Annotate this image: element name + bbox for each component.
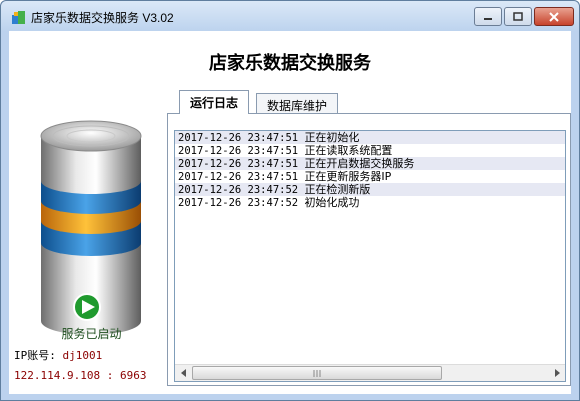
maximize-icon (513, 12, 523, 21)
list-item[interactable]: 2017-12-26 23:47:51 正在更新服务器IP (175, 170, 565, 183)
database-icon (40, 120, 142, 335)
close-button[interactable] (534, 7, 574, 26)
log-time: 2017-12-26 23:47:52 (178, 197, 299, 209)
list-item[interactable]: 2017-12-26 23:47:51 正在初始化 (175, 131, 565, 144)
database-graphic: 服务已启动 (19, 101, 164, 351)
tab-panel: 2017-12-26 23:47:51 正在初始化 2017-12-26 23:… (167, 113, 571, 386)
horizontal-scrollbar[interactable] (175, 364, 565, 381)
log-time: 2017-12-26 23:47:51 (178, 158, 299, 170)
grip-icon (313, 369, 320, 377)
service-status: 服务已启动 (61, 327, 122, 341)
server-address: 122.114.9.108 : 6963 (14, 369, 147, 382)
log-message: 正在读取系统配置 (304, 144, 393, 157)
app-window: 店家乐数据交换服务 V3.02 店家乐数据交换服务 服务已启动 IP账号: dj… (0, 0, 580, 401)
ip-account-label: IP账号: (14, 349, 56, 362)
log-list: 2017-12-26 23:47:51 正在初始化 2017-12-26 23:… (175, 131, 565, 209)
list-item[interactable]: 2017-12-26 23:47:52 初始化成功 (175, 196, 565, 209)
log-time: 2017-12-26 23:47:52 (178, 184, 299, 196)
tab-database-maintenance[interactable]: 数据库维护 (256, 93, 339, 115)
title-bar[interactable]: 店家乐数据交换服务 V3.02 (1, 1, 579, 31)
scroll-right-button[interactable] (548, 365, 565, 381)
triangle-left-icon (180, 369, 186, 377)
log-message: 正在检测新版 (304, 183, 371, 196)
client-area: 店家乐数据交换服务 服务已启动 IP账号: dj1001 122.114.9.1… (9, 31, 571, 394)
log-list-box[interactable]: 2017-12-26 23:47:51 正在初始化 2017-12-26 23:… (174, 130, 566, 382)
triangle-right-icon (554, 369, 560, 377)
log-time: 2017-12-26 23:47:51 (178, 171, 299, 183)
log-time: 2017-12-26 23:47:51 (178, 145, 299, 157)
window-title: 店家乐数据交换服务 V3.02 (31, 11, 174, 25)
minimize-icon (484, 17, 492, 20)
ip-account-value: dj1001 (62, 349, 103, 362)
list-item[interactable]: 2017-12-26 23:47:51 正在读取系统配置 (175, 144, 565, 157)
scroll-thumb[interactable] (192, 366, 442, 380)
list-item[interactable]: 2017-12-26 23:47:51 正在开启数据交换服务 (175, 157, 565, 170)
log-message: 初始化成功 (304, 196, 360, 209)
log-time: 2017-12-26 23:47:51 (178, 132, 299, 144)
list-item[interactable]: 2017-12-26 23:47:52 正在检测新版 (175, 183, 565, 196)
maximize-button[interactable] (504, 7, 532, 26)
page-title: 店家乐数据交换服务 (209, 53, 371, 74)
minimize-button[interactable] (474, 7, 502, 26)
log-message: 正在更新服务器IP (304, 170, 392, 183)
ip-account-line: IP账号: dj1001 (14, 347, 102, 363)
log-message: 正在开启数据交换服务 (304, 157, 415, 170)
close-icon (549, 11, 559, 22)
app-icon (12, 11, 25, 24)
log-message: 正在初始化 (304, 131, 360, 144)
tab-run-log[interactable]: 运行日志 (179, 90, 250, 114)
scroll-left-button[interactable] (175, 365, 192, 381)
